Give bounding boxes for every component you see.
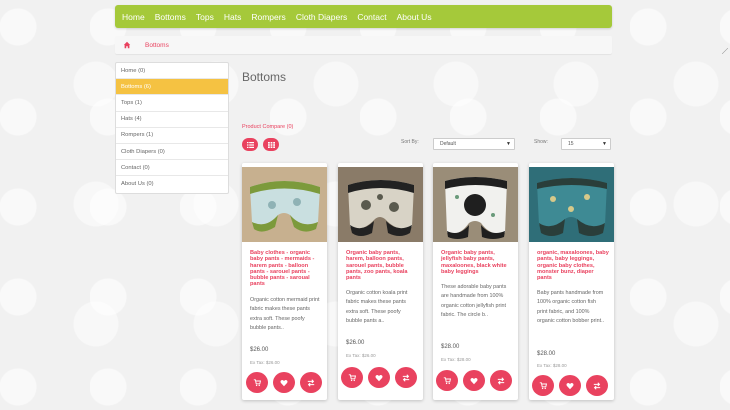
sidebar-item-about-us[interactable]: About Us (0) (116, 176, 228, 192)
product-description: Organic cotton koala print fabric makes … (346, 290, 408, 324)
product-price: $26.00 (250, 347, 269, 353)
product-description: Organic cotton mermaid print fabric make… (250, 297, 320, 331)
product-title[interactable]: Baby clothes - organic baby pants - merm… (250, 250, 322, 288)
product-description: Baby pants handmade from 100% organic co… (537, 290, 605, 324)
nav-home[interactable]: Home (122, 12, 145, 22)
exchange-icon (402, 373, 410, 382)
heart-icon (280, 379, 288, 386)
sidebar-item-hats[interactable]: Hats (4) (116, 112, 228, 128)
compare-button[interactable] (395, 367, 417, 388)
sidebar-item-contact[interactable]: Contact (0) (116, 160, 228, 177)
sidebar-item-home[interactable]: Home (0) (116, 63, 228, 80)
product-tax: Ex Tax: $28.00 (441, 357, 471, 362)
sidebar-item-tops[interactable]: Tops (1) (116, 95, 228, 112)
product-price: $28.00 (537, 351, 556, 357)
cart-icon (443, 376, 451, 384)
heart-icon (375, 374, 383, 381)
product-compare-link[interactable]: Product Compare (0) (242, 124, 293, 130)
heart-icon (470, 377, 478, 384)
wishlist-button[interactable] (273, 372, 295, 393)
nav-tops[interactable]: Tops (196, 12, 214, 22)
product-card: Baby clothes - organic baby pants - merm… (242, 163, 327, 400)
heart-icon (566, 382, 574, 389)
product-image[interactable] (433, 167, 518, 242)
limit-select[interactable]: 15 ▼ (561, 138, 611, 150)
product-image[interactable] (338, 167, 423, 242)
product-image[interactable] (242, 167, 327, 242)
sidebar-item-rompers[interactable]: Rompers (1) (116, 128, 228, 144)
home-icon[interactable] (123, 41, 131, 49)
product-tax: Ex Tax: $28.00 (537, 363, 567, 368)
nav-cloth-diapers[interactable]: Cloth Diapers (296, 12, 348, 22)
sort-select[interactable]: Default ▼ (433, 138, 515, 150)
product-card: Organic baby pants, harem, balloon pants… (338, 163, 423, 400)
wishlist-button[interactable] (368, 367, 390, 388)
product-price: $26.00 (346, 340, 365, 346)
breadcrumb-current[interactable]: Bottoms (145, 42, 169, 49)
product-title[interactable]: organic, maxaloones, baby pants, baby le… (537, 250, 609, 281)
exchange-icon (593, 381, 601, 390)
product-image[interactable] (529, 167, 614, 242)
wishlist-button[interactable] (559, 375, 581, 396)
product-tax: Ex Tax: $26.00 (346, 353, 376, 358)
nav-bottoms[interactable]: Bottoms (155, 12, 186, 22)
product-title[interactable]: Organic baby pants, harem, balloon pants… (346, 250, 418, 281)
breadcrumb: Bottoms (115, 36, 612, 54)
sort-label: Sort By: (401, 139, 419, 145)
product-card: organic, maxaloones, baby pants, baby le… (529, 163, 614, 400)
list-icon (246, 141, 254, 148)
nav-rompers[interactable]: Rompers (251, 12, 285, 22)
nav-about-us[interactable]: About Us (397, 12, 432, 22)
scroll-top-icon[interactable] (722, 48, 728, 54)
compare-button[interactable] (300, 372, 322, 393)
exchange-icon (307, 378, 315, 387)
limit-value: 15 (568, 141, 574, 147)
product-card: Organic baby pants, jellyfish baby pants… (433, 163, 518, 400)
show-label: Show: (534, 139, 548, 145)
product-tax: Ex Tax: $26.00 (250, 360, 280, 365)
sidebar-item-cloth-diapers[interactable]: Cloth Diapers (0) (116, 144, 228, 161)
nav-contact[interactable]: Contact (357, 12, 386, 22)
grid-view-button[interactable] (263, 138, 279, 151)
product-title[interactable]: Organic baby pants, jellyfish baby pants… (441, 250, 513, 275)
compare-button[interactable] (586, 375, 608, 396)
sidebar-item-bottoms[interactable]: Bottoms (6) (116, 79, 228, 96)
top-navbar: Home Bottoms Tops Hats Rompers Cloth Dia… (115, 5, 612, 28)
product-price: $28.00 (441, 344, 460, 350)
add-to-cart-button[interactable] (341, 367, 363, 388)
wishlist-button[interactable] (463, 370, 485, 391)
compare-button[interactable] (490, 370, 512, 391)
list-view-button[interactable] (242, 138, 258, 151)
nav-hats[interactable]: Hats (224, 12, 241, 22)
category-sidebar: Home (0) Bottoms (6) Tops (1) Hats (4) R… (115, 62, 229, 194)
product-description: These adorable baby pants are handmade f… (441, 284, 507, 318)
add-to-cart-button[interactable] (436, 370, 458, 391)
cart-icon (348, 373, 356, 381)
add-to-cart-button[interactable] (246, 372, 268, 393)
chevron-down-icon: ▼ (506, 141, 511, 147)
exchange-icon (497, 376, 505, 385)
sort-value: Default (440, 141, 456, 147)
grid-icon (267, 141, 275, 148)
cart-icon (253, 378, 261, 386)
page-title: Bottoms (242, 70, 287, 84)
chevron-down-icon: ▼ (602, 141, 607, 147)
add-to-cart-button[interactable] (532, 375, 554, 396)
cart-icon (539, 381, 547, 389)
